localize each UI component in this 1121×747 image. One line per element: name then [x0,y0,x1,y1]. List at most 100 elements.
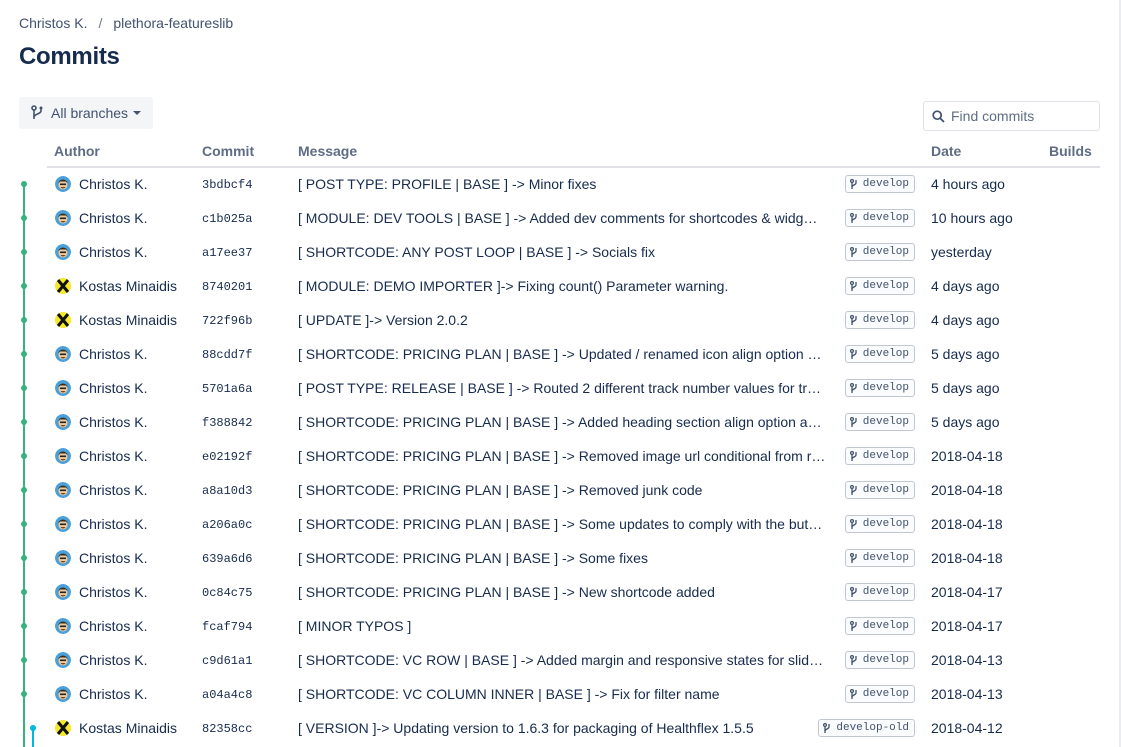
graph-commit-dot [21,521,27,527]
commit-author[interactable]: Christos K. [79,482,147,498]
branch-tag[interactable]: develop [844,277,915,295]
column-builds[interactable]: Builds [1049,143,1092,159]
branch-tag[interactable]: develop [844,175,915,193]
table-row[interactable]: Christos K. fcaf794 [ MINOR TYPOS ] develop… [47,609,1100,643]
commit-hash-link[interactable]: e02192f [202,450,252,464]
commit-hash-link[interactable]: 88cdd7f [202,348,252,362]
breadcrumb-repo-link[interactable]: plethora-featureslib [113,15,233,31]
branch-tag[interactable]: develop [844,345,915,363]
branch-tag[interactable]: develop [844,413,915,431]
branch-tag[interactable]: develop [844,515,915,533]
commit-author[interactable]: Christos K. [79,584,147,600]
commit-hash-link[interactable]: fcaf794 [202,620,252,634]
table-row[interactable]: Christos K. c9d61a1 [ SHORTCODE: VC ROW | … [47,643,1100,677]
commit-message[interactable]: [ VERSION ]-> Updating version to 1.6.3 … [298,720,828,736]
commit-message[interactable]: [ SHORTCODE: VC COLUMN INNER | BASE ] ->… [298,686,828,702]
commit-message[interactable]: [ SHORTCODE: PRICING PLAN | BASE ] -> Re… [298,482,828,498]
commit-message[interactable]: [ POST TYPE: RELEASE | BASE ] -> Routed … [298,380,828,396]
column-commit[interactable]: Commit [202,143,254,159]
commit-message[interactable]: [ SHORTCODE: PRICING PLAN | BASE ] -> Up… [298,346,828,362]
column-date[interactable]: Date [931,143,961,159]
branch-icon [849,450,857,461]
branch-tag[interactable]: develop [844,379,915,397]
branch-tag[interactable]: develop [844,447,915,465]
table-row[interactable]: Kostas Minaidis 722f96b [ UPDATE ]-> Versi… [47,303,1100,337]
table-row[interactable]: Christos K. a8a10d3 [ SHORTCODE: PRICING P… [47,473,1100,507]
commit-hash-link[interactable]: 3bdbcf4 [202,178,252,192]
table-row[interactable]: Christos K. 3bdbcf4 [ POST TYPE: PROFILE |… [47,167,1100,201]
commit-message[interactable]: [ MINOR TYPOS ] [298,618,828,634]
commit-hash-link[interactable]: 639a6d6 [202,552,252,566]
table-row[interactable]: Christos K. a04a4c8 [ SHORTCODE: VC COLUMN… [47,677,1100,711]
branch-tag[interactable]: develop [844,583,915,601]
commit-hash-link[interactable]: 82358cc [202,722,252,736]
commit-hash-link[interactable]: f388842 [202,416,252,430]
table-row[interactable]: Christos K. f388842 [ SHORTCODE: PRICING P… [47,405,1100,439]
commit-hash-link[interactable]: a206a0c [202,518,252,532]
commit-hash-link[interactable]: a8a10d3 [202,484,252,498]
commit-message[interactable]: [ SHORTCODE: PRICING PLAN | BASE ] -> So… [298,550,828,566]
commit-message[interactable]: [ POST TYPE: PROFILE | BASE ] -> Minor f… [298,176,828,192]
column-author[interactable]: Author [54,143,100,159]
table-row[interactable]: Christos K. 88cdd7f [ SHORTCODE: PRICING P… [47,337,1100,371]
commit-hash-link[interactable]: 0c84c75 [202,586,252,600]
commit-message[interactable]: [ SHORTCODE: PRICING PLAN | BASE ] -> So… [298,516,828,532]
branch-tag[interactable]: develop-old [818,719,915,737]
find-commits-search[interactable] [923,101,1100,131]
branch-tag[interactable]: develop [844,209,915,227]
commit-author[interactable]: Christos K. [79,380,147,396]
commit-author[interactable]: Christos K. [79,618,147,634]
commit-message[interactable]: [ SHORTCODE: PRICING PLAN | BASE ] -> Re… [298,448,828,464]
commit-author[interactable]: Christos K. [79,686,147,702]
commit-author[interactable]: Christos K. [79,652,147,668]
branch-tag[interactable]: develop [844,311,915,329]
commit-author[interactable]: Christos K. [79,414,147,430]
commit-hash-link[interactable]: c9d61a1 [202,654,252,668]
branch-icon [31,105,43,119]
commit-author[interactable]: Christos K. [79,346,147,362]
commit-message[interactable]: [ SHORTCODE: PRICING PLAN | BASE ] -> Ne… [298,584,828,600]
commit-author[interactable]: Christos K. [79,210,147,226]
branch-tag[interactable]: develop [844,685,915,703]
commit-author[interactable]: Kostas Minaidis [79,720,177,736]
commit-message[interactable]: [ MODULE: DEV TOOLS | BASE ] -> Added de… [298,210,828,226]
table-row[interactable]: Christos K. 5701a6a [ POST TYPE: RELEASE |… [47,371,1100,405]
commit-hash-link[interactable]: c1b025a [202,212,252,226]
commit-author[interactable]: Christos K. [79,176,147,192]
breadcrumb-owner-link[interactable]: Christos K. [19,15,87,31]
branch-tag[interactable]: develop [844,243,915,261]
commit-author[interactable]: Christos K. [79,448,147,464]
branch-icon [849,314,857,325]
commit-hash-link[interactable]: 5701a6a [202,382,252,396]
commit-message[interactable]: [ SHORTCODE: ANY POST LOOP | BASE ] -> S… [298,244,828,260]
branch-tag[interactable]: develop [844,651,915,669]
table-row[interactable]: Kostas Minaidis 82358cc [ VERSION ]-> Upda… [47,711,1100,745]
commit-author[interactable]: Kostas Minaidis [79,312,177,328]
commit-author[interactable]: Christos K. [79,550,147,566]
branch-tag[interactable]: develop [844,617,915,635]
table-row[interactable]: Christos K. c1b025a [ MODULE: DEV TOOLS | … [47,201,1100,235]
table-row[interactable]: Christos K. a17ee37 [ SHORTCODE: ANY POST … [47,235,1100,269]
table-row[interactable]: Christos K. a206a0c [ SHORTCODE: PRICING P… [47,507,1100,541]
commit-message[interactable]: [ SHORTCODE: PRICING PLAN | BASE ] -> Ad… [298,414,828,430]
commit-message[interactable]: [ UPDATE ]-> Version 2.0.2 [298,312,828,328]
avatar [55,652,71,668]
find-commits-input[interactable] [949,107,1093,125]
all-branches-dropdown[interactable]: All branches [19,97,153,129]
branch-tag[interactable]: develop [844,549,915,567]
commit-message[interactable]: [ SHORTCODE: VC ROW | BASE ] -> Added ma… [298,652,828,668]
commit-hash-link[interactable]: 722f96b [202,314,252,328]
table-row[interactable]: Christos K. 0c84c75 [ SHORTCODE: PRICING P… [47,575,1100,609]
table-row[interactable]: Christos K. e02192f [ SHORTCODE: PRICING P… [47,439,1100,473]
commit-author[interactable]: Christos K. [79,244,147,260]
table-row[interactable]: Kostas Minaidis 8740201 [ MODULE: DEMO IMP… [47,269,1100,303]
commit-hash-link[interactable]: 8740201 [202,280,252,294]
table-row[interactable]: Christos K. 639a6d6 [ SHORTCODE: PRICING P… [47,541,1100,575]
branch-tag[interactable]: develop [844,481,915,499]
commit-author[interactable]: Kostas Minaidis [79,278,177,294]
commit-hash-link[interactable]: a17ee37 [202,246,252,260]
column-message[interactable]: Message [298,143,357,159]
commit-hash-link[interactable]: a04a4c8 [202,688,252,702]
commit-message[interactable]: [ MODULE: DEMO IMPORTER ]-> Fixing count… [298,278,828,294]
commit-author[interactable]: Christos K. [79,516,147,532]
